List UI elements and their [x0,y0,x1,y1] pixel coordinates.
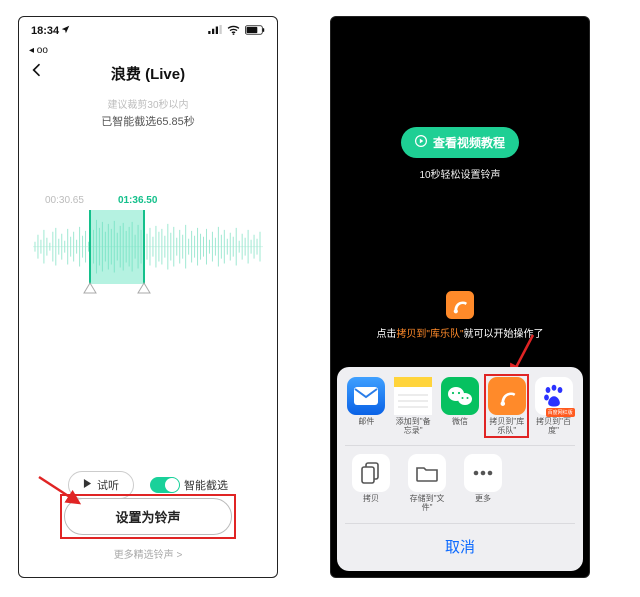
play-circle-icon [415,135,427,150]
page-title: 浪费 (Live) [111,63,185,84]
waveform[interactable] [33,210,263,284]
folder-icon [408,454,446,492]
time-labels: 00:30.65 01:36.50 [19,195,277,206]
back-icon[interactable] [29,62,45,83]
notes-icon [394,377,432,415]
back-to-app[interactable]: ◂ ᴏᴏ [19,45,277,56]
status-bar: 18:34 [19,17,277,45]
tutorial-label: 查看视频教程 [433,134,505,151]
hint-30s: 建议裁剪30秒以内 [19,96,277,111]
toggle-switch-icon [150,477,180,493]
annotation-arrow-icon [35,473,95,511]
share-app-row: 邮件 添加到"备忘录" 微信 [345,377,575,446]
share-action-row: 拷贝 存储到"文件" 更多 [345,445,575,523]
toggle-label: 智能截选 [184,477,228,493]
tutorial-button[interactable]: 查看视频教程 [401,127,519,158]
location-icon [61,25,70,37]
wifi-icon [227,25,240,38]
tutorial-area: 查看视频教程 10秒轻松设置铃声 点击拷贝到"库乐队"就可以开始操作了 [331,17,589,340]
share-app-wechat[interactable]: 微信 [441,377,480,436]
signal-icon [208,25,222,37]
action-save-files[interactable]: 存储到"文件" [405,454,449,513]
garageband-icon [488,377,526,415]
phone-editor: 18:34 ◂ ᴏᴏ [18,16,278,578]
wechat-icon [441,377,479,415]
action-copy[interactable]: 拷贝 [349,454,393,513]
preview-label: 试听 [97,477,119,493]
range-handles [83,282,151,294]
share-app-mail[interactable]: 邮件 [347,377,386,436]
waveform-svg [33,210,263,283]
smart-trim-toggle[interactable]: 智能截选 [150,477,228,493]
share-app-notes[interactable]: 添加到"备忘录" [394,377,433,436]
handle-left-icon[interactable] [83,282,97,294]
share-sheet: 邮件 添加到"备忘录" 微信 [337,367,583,571]
battery-icon [245,25,265,38]
phone-share-sheet: 查看视频教程 10秒轻松设置铃声 点击拷贝到"库乐队"就可以开始操作了 邮件 [330,16,590,578]
time-start: 00:30.65 [45,195,84,206]
more-icon [464,454,502,492]
nav-bar: 浪费 (Live) [19,56,277,90]
copy-icon [352,454,390,492]
time-end: 01:36.50 [118,195,157,206]
action-more[interactable]: 更多 [461,454,505,513]
status-time: 18:34 [31,25,59,37]
share-app-baidu[interactable]: 百度网红版 拷贝到"百度" [534,377,573,436]
tutorial-sub: 10秒轻松设置铃声 [419,166,500,181]
handle-right-icon[interactable] [137,282,151,294]
garageband-mini-icon [446,291,474,319]
selection-range[interactable] [89,210,145,284]
mail-icon [347,377,385,415]
more-ringtones-link[interactable]: 更多精选铃声 > [19,546,277,561]
cancel-button[interactable]: 取消 [345,523,575,571]
baidu-icon: 百度网红版 [535,377,573,415]
hint-duration: 已智能截选65.85秒 [19,113,277,129]
share-app-garageband[interactable]: 拷贝到"库乐队" [487,377,526,436]
instruction-highlight: 拷贝到"库乐队" [396,329,463,340]
